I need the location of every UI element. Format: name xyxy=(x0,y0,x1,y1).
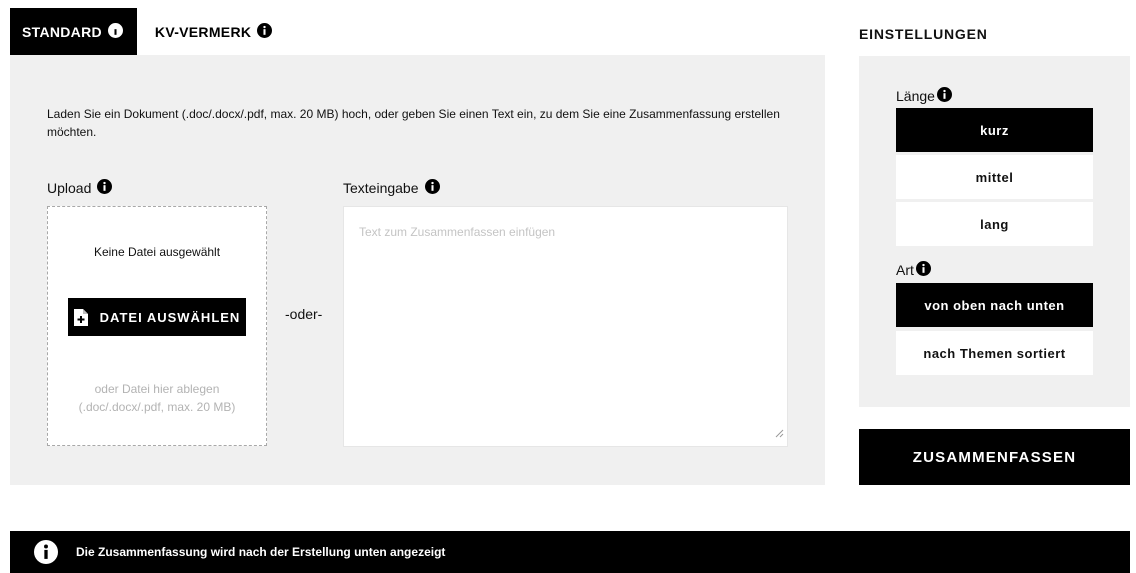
mode-tabs: STANDARD KV-VERMERK xyxy=(10,8,286,55)
notice-bar: Die Zusammenfassung wird nach der Erstel… xyxy=(10,531,1130,573)
info-icon[interactable] xyxy=(915,261,931,279)
length-option-mittel[interactable]: mittel xyxy=(896,155,1093,199)
settings-title: EINSTELLUNGEN xyxy=(859,26,988,42)
text-input-area[interactable]: Text zum Zusammenfassen einfügen xyxy=(343,206,788,447)
length-option-kurz[interactable]: kurz xyxy=(896,108,1093,152)
type-group-label: Art xyxy=(896,261,931,279)
type-option-by-topic[interactable]: nach Themen sortiert xyxy=(896,331,1093,375)
text-input-label: Texteingabe xyxy=(343,180,419,196)
tab-standard[interactable]: STANDARD xyxy=(10,8,137,55)
info-icon[interactable] xyxy=(424,179,440,197)
info-icon[interactable] xyxy=(936,87,952,105)
info-icon[interactable] xyxy=(257,22,273,41)
info-icon xyxy=(34,540,58,564)
tab-kv-vermerk-label: KV-VERMERK xyxy=(154,23,252,40)
type-option-top-down[interactable]: von oben nach unten xyxy=(896,283,1093,327)
upload-label: Upload xyxy=(47,180,92,196)
text-input-placeholder: Text zum Zusammenfassen einfügen xyxy=(359,225,556,239)
summarize-button[interactable]: ZUSAMMENFASSEN xyxy=(859,429,1130,485)
or-separator: -oder- xyxy=(285,306,323,322)
drop-hint-line-2: (.doc/.docx/.pdf, max. 20 MB) xyxy=(78,400,236,414)
drop-hint: oder Datei hier ablegen (.doc/.docx/.pdf… xyxy=(48,380,266,416)
tab-standard-label: STANDARD xyxy=(22,23,102,40)
info-icon[interactable] xyxy=(97,179,113,197)
choose-file-button[interactable]: DATEI AUSWÄHLEN xyxy=(68,298,246,336)
resize-handle-icon[interactable] xyxy=(775,425,784,443)
info-icon[interactable] xyxy=(107,22,123,41)
no-file-text: Keine Datei ausgewählt xyxy=(93,245,221,259)
upload-dropzone[interactable]: Keine Datei ausgewählt DATEI AUSWÄHLEN o… xyxy=(47,206,267,446)
file-upload-icon xyxy=(73,308,88,326)
choose-file-label: DATEI AUSWÄHLEN xyxy=(99,309,241,325)
text-input-section-label: Texteingabe xyxy=(343,179,440,197)
upload-section-label: Upload xyxy=(47,179,113,197)
length-group-label: Länge xyxy=(896,87,952,105)
length-option-lang[interactable]: lang xyxy=(896,202,1093,246)
tab-kv-vermerk[interactable]: KV-VERMERK xyxy=(137,8,286,55)
settings-panel: Länge kurz mittel lang Art von oben nach… xyxy=(859,56,1130,407)
length-label: Länge xyxy=(896,88,935,104)
notice-text: Die Zusammenfassung wird nach der Erstel… xyxy=(76,545,446,559)
intro-text: Laden Sie ein Dokument (.doc/.docx/.pdf,… xyxy=(47,107,780,139)
drop-hint-line-1: oder Datei hier ablegen xyxy=(94,382,220,396)
main-panel: Laden Sie ein Dokument (.doc/.docx/.pdf,… xyxy=(10,55,825,485)
type-label: Art xyxy=(896,262,914,278)
